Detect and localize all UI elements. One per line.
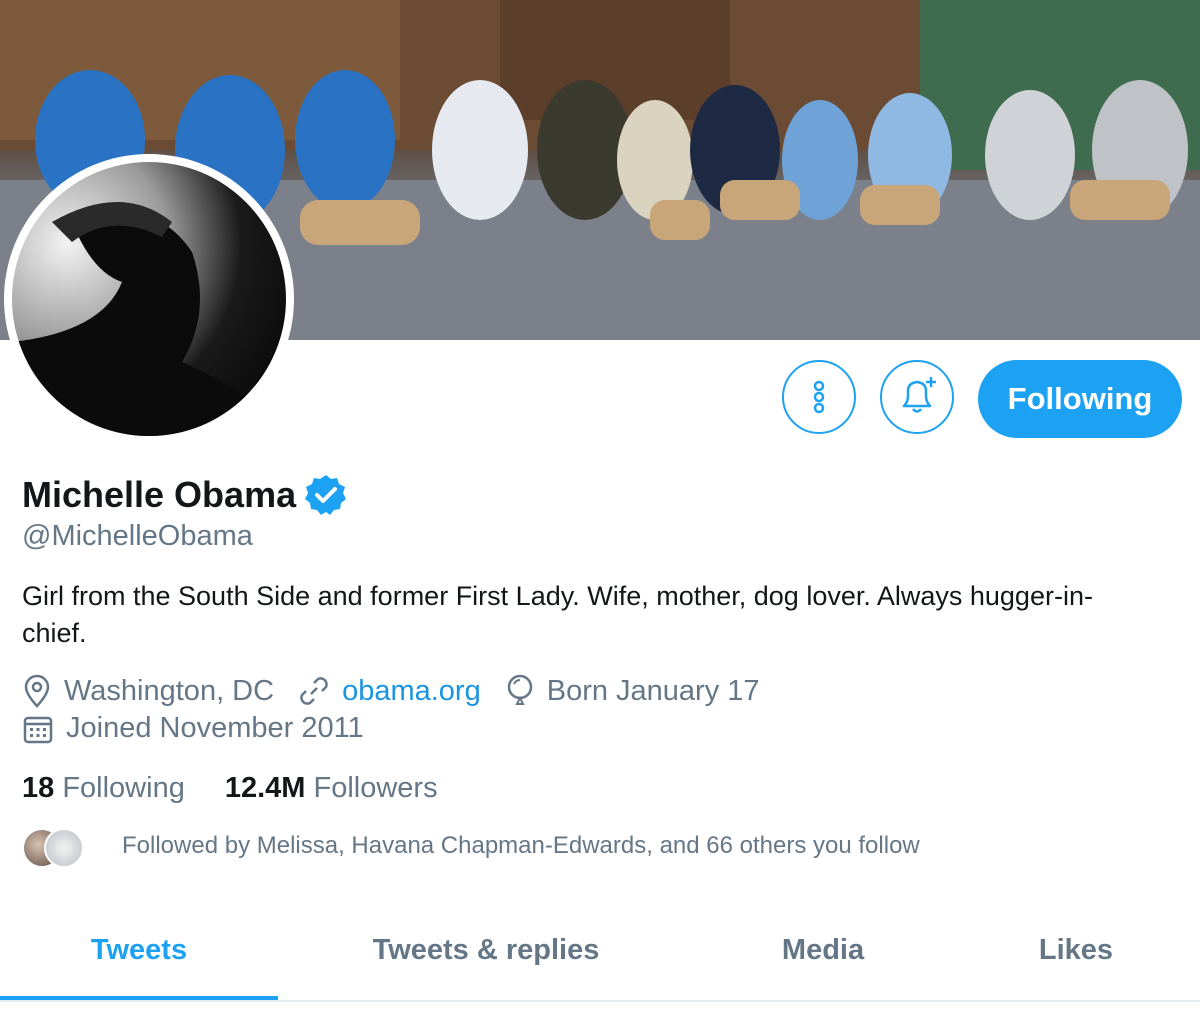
tab-media[interactable]: Media	[694, 900, 952, 1000]
notifications-button[interactable]	[880, 360, 954, 434]
followers-label: Followers	[313, 772, 438, 804]
tab-tweets[interactable]: Tweets	[0, 900, 278, 1000]
profile-name: Michelle Obama	[22, 474, 297, 515]
profile-joined-row: Joined November 2011	[22, 712, 388, 745]
link-icon	[300, 677, 328, 705]
website-item: obama.org	[298, 675, 481, 708]
profile-avatar[interactable]	[4, 154, 294, 444]
joined-item: Joined November 2011	[22, 712, 364, 745]
tabs-divider	[0, 1000, 1200, 1002]
followed-by-avatars	[22, 826, 100, 868]
followers-count: 12.4M	[224, 772, 306, 804]
tab-likes[interactable]: Likes	[952, 900, 1200, 1000]
location-text: Washington, DC	[64, 674, 275, 707]
follower-avatar	[44, 828, 84, 868]
profile-meta-row: Washington, DC obama.org Born January 17	[22, 674, 784, 708]
bell-plus-icon	[902, 377, 936, 413]
birthday-text: Born January 17	[546, 674, 760, 707]
more-vertical-icon	[813, 380, 825, 414]
following-button[interactable]: Following	[978, 360, 1182, 438]
following-count: 18	[22, 772, 55, 804]
profile-name-row: Michelle Obama	[22, 473, 348, 517]
profile-tabs: Tweets Tweets & replies Media Likes	[0, 900, 1200, 1000]
more-options-button[interactable]	[782, 360, 856, 434]
followers-stat[interactable]: 12.4M Followers	[225, 772, 438, 805]
tab-tweets-replies[interactable]: Tweets & replies	[278, 900, 694, 1000]
follow-stats: 18 Following 12.4M Followers	[22, 772, 478, 805]
following-stat[interactable]: 18 Following	[22, 772, 185, 805]
verified-badge-icon	[305, 475, 347, 515]
calendar-icon	[23, 716, 53, 743]
following-label: Following	[62, 772, 185, 804]
profile-bio: Girl from the South Side and former Firs…	[22, 581, 1093, 648]
followed-by-text: Followed by Melissa, Havana Chapman-Edwa…	[122, 832, 920, 859]
avatar-photo	[12, 162, 286, 436]
location-item: Washington, DC	[22, 674, 274, 708]
followed-by-row[interactable]: Followed by Melissa, Havana Chapman-Edwa…	[22, 826, 920, 868]
balloon-icon	[507, 674, 532, 705]
profile-handle: @MichelleObama	[22, 520, 253, 552]
joined-text: Joined November 2011	[66, 712, 364, 744]
location-pin-icon	[24, 674, 50, 708]
birthday-item: Born January 17	[505, 674, 760, 708]
website-link[interactable]: obama.org	[342, 675, 481, 708]
